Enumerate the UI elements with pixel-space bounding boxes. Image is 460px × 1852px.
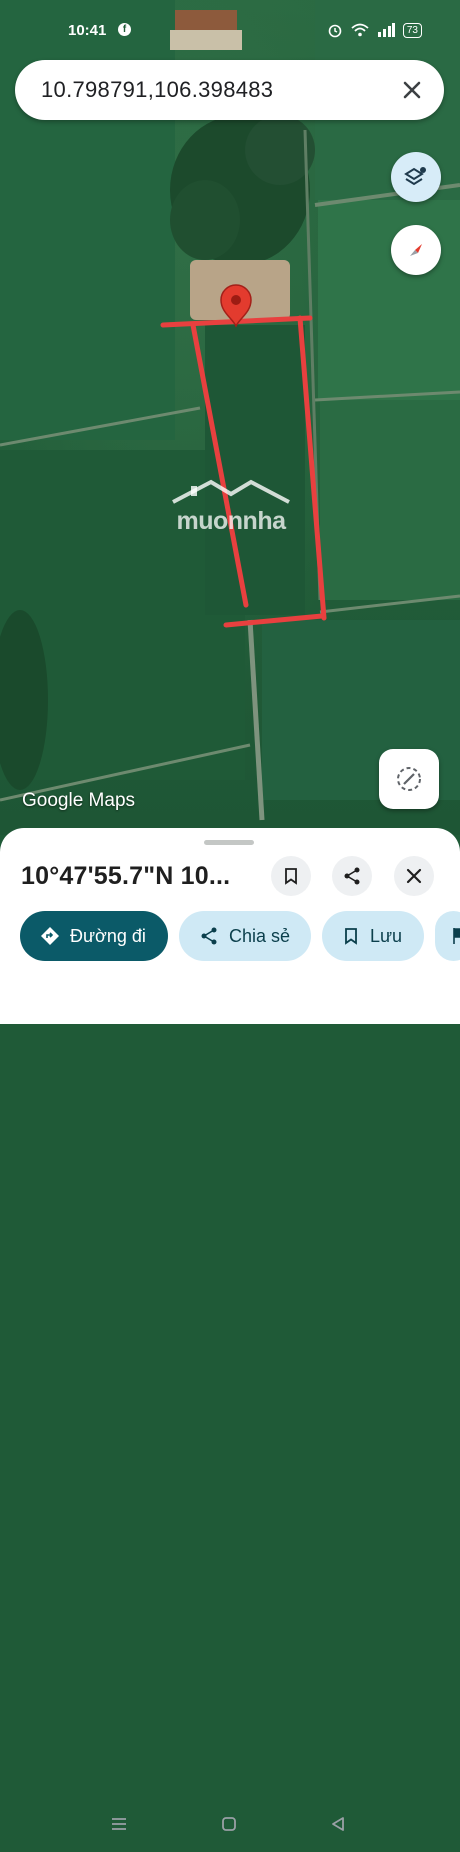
bookmark-icon (285, 868, 297, 885)
watermark-text: muonnha (176, 507, 287, 535)
recenter-button[interactable] (379, 749, 439, 809)
status-time: 10:41 (68, 22, 107, 39)
battery-indicator: 73 (402, 22, 422, 38)
layers-icon (404, 167, 426, 186)
share-label: Chia sẻ (229, 925, 291, 946)
directions-button[interactable]: Đường đi (20, 911, 168, 961)
action-chips: Đường đi Chia sẻ Lưu (20, 911, 460, 961)
back-nav-icon[interactable] (330, 1816, 346, 1837)
compass-button[interactable] (391, 225, 441, 275)
location-crosshair-icon (397, 767, 421, 791)
flag-icon (453, 928, 460, 944)
house-roof-icon (172, 479, 290, 504)
share-icon-button[interactable] (332, 856, 372, 896)
status-bar: 10:41 f 73 (0, 0, 460, 58)
alarm-icon (328, 24, 342, 38)
directions-label: Đường đi (70, 925, 146, 946)
close-icon (406, 868, 422, 884)
home-nav-icon[interactable] (221, 1816, 237, 1837)
status-icons: 73 (327, 22, 422, 38)
share-button[interactable]: Chia sẻ (179, 911, 311, 961)
close-icon[interactable] (396, 74, 428, 106)
share-icon (201, 927, 217, 945)
compass-icon (410, 244, 422, 256)
map-attribution: Google Maps (22, 790, 136, 811)
satellite-map[interactable] (0, 0, 460, 835)
bookmark-button[interactable] (271, 856, 311, 896)
layers-button[interactable] (391, 152, 441, 202)
map-terrain (0, 0, 460, 821)
label-button[interactable] (435, 911, 460, 961)
drag-handle[interactable] (204, 840, 254, 845)
share-icon (344, 867, 360, 885)
bookmark-icon (345, 928, 357, 945)
place-title: 10°47'55.7"N 10... (21, 862, 231, 890)
signal-icon (377, 23, 395, 37)
system-nav-bar (0, 1806, 460, 1852)
directions-icon (41, 927, 59, 945)
search-bar[interactable]: 10.798791,106.398483 (15, 60, 444, 120)
facebook-icon: f (118, 23, 131, 36)
wifi-icon (351, 23, 369, 37)
save-label: Lưu (370, 925, 403, 946)
watermark-logo: muonnha (163, 478, 299, 536)
save-button[interactable]: Lưu (322, 911, 424, 961)
search-query[interactable]: 10.798791,106.398483 (41, 77, 273, 103)
close-sheet-button[interactable] (394, 856, 434, 896)
menu-nav-icon[interactable] (110, 1816, 128, 1837)
place-bottom-sheet[interactable]: 10°47'55.7"N 10... Đường đi Chia sẻ Lưu (0, 828, 460, 1831)
